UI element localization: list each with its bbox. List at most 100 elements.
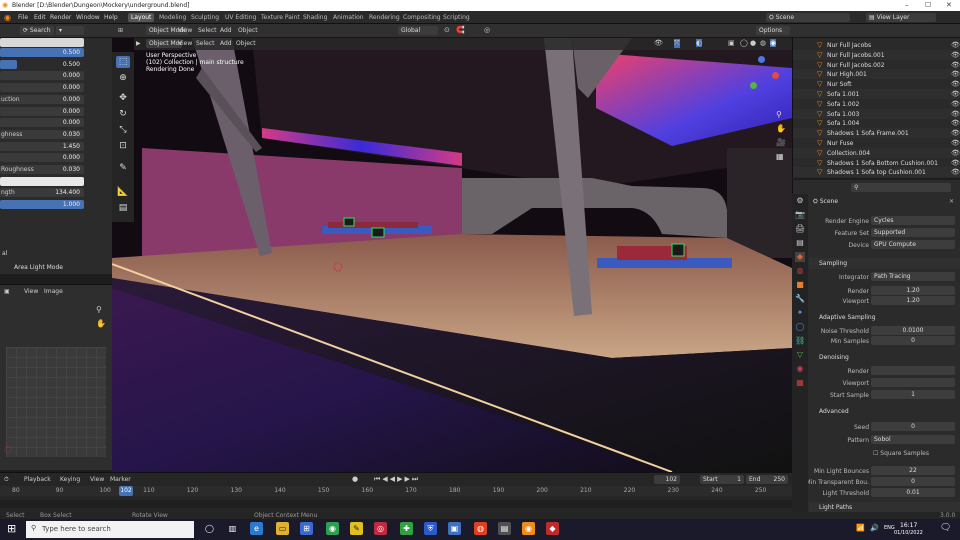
square-samples-checkbox[interactable]: ☐ Square Samples [873,450,929,457]
blender-taskbar-icon[interactable]: ◉ [522,522,535,535]
menu-file[interactable]: File [18,14,28,21]
tab-layout[interactable]: Layout [128,13,155,22]
modifier-props-icon[interactable]: 🔧 [795,294,805,304]
tab-shading[interactable]: Shading [300,13,330,22]
material-prop-row[interactable]: 0.000 [0,118,84,128]
outliner-item[interactable]: ▽ Shadows 1 Sofa top Cushion.001 👁 [793,167,960,178]
menu-window[interactable]: Window [76,14,100,21]
language-indicator[interactable]: ENG [884,525,895,531]
seed-field[interactable]: 0 [871,422,955,431]
select-mode-icon[interactable]: ▶ [136,40,141,47]
taskbar-search[interactable]: ⚲ Type here to search [26,521,194,538]
min-light-bounces-field[interactable]: 22 [871,466,955,475]
camera-view-icon[interactable]: 🎥 [776,138,786,147]
material-prop-row[interactable]: ghness 0.030 [0,129,84,139]
timeline-track-area[interactable] [0,500,792,508]
image-canvas[interactable] [6,347,106,457]
tab-compositing[interactable]: Compositing [400,13,444,22]
tool-props-icon[interactable]: ⚙ [795,196,805,206]
playback-controls[interactable]: ⏮◀◀▶▶⏭ [374,475,420,484]
timeline-menu-marker[interactable]: Marker [110,476,131,483]
minimize-button[interactable]: – [905,1,909,9]
material-prop-row[interactable]: 1.450 [0,141,84,151]
material-prop-row[interactable]: 0.000 [0,71,84,81]
menu-edit[interactable]: Edit [34,14,46,21]
material-prop-row[interactable]: 1.000 [0,200,84,210]
feature-set-dropdown[interactable]: Supported [871,228,955,237]
visibility-eye-icon[interactable]: 👁 [951,70,960,78]
tab-rendering[interactable]: Rendering [366,13,403,22]
outliner-item[interactable]: ▽ Collection.004 👁 [793,147,960,158]
visibility-eye-icon[interactable]: 👁 [951,149,960,157]
start-frame-field[interactable]: Start 1 [700,475,744,484]
visibility-eye-icon[interactable]: 👁 [951,168,960,176]
particles-props-icon[interactable]: ✦ [795,308,805,318]
image-editor-type-icon[interactable]: ▣ [4,288,10,295]
widgets-icon[interactable]: ▥ [226,522,239,535]
close-button[interactable]: ✕ [946,1,952,9]
xray-icon[interactable]: ▣ [728,39,735,47]
view-layer-props-icon[interactable]: ▤ [795,238,805,248]
visibility-eye-icon[interactable]: 👁 [951,80,960,88]
denoise-viewport-checkbox[interactable] [871,378,955,387]
clock-date[interactable]: 01/10/2022 [894,530,923,536]
visibility-eye-icon[interactable]: 👁 [951,129,960,137]
tab-modeling[interactable]: Modeling [156,13,189,22]
world-props-icon[interactable]: ◍ [795,266,805,276]
orientation-dropdown[interactable]: Global [398,26,438,35]
properties-editor-field[interactable]: ▾ [56,26,84,35]
task-view-icon[interactable]: ◯ [203,522,216,535]
windows-start-icon[interactable]: ⊞ [7,522,16,535]
light-threshold-field[interactable]: 0.01 [871,488,955,497]
clock-time[interactable]: 16:17 [900,522,917,529]
visibility-eye-icon[interactable]: 👁 [951,110,960,118]
scene-selector[interactable]: ⛭ Scene [766,13,850,22]
timeline-playhead[interactable]: 102 [119,486,133,496]
tab-animation[interactable]: Animation [330,13,367,22]
zoom-view-icon[interactable]: ⚲ [776,110,782,119]
snap-icon[interactable]: 🧲 [456,26,465,34]
chrome-icon[interactable]: ◉ [326,522,339,535]
move-tool-icon[interactable]: ✥ [116,92,130,104]
visibility-eye-icon[interactable]: 👁 [951,90,960,98]
editor-type-icon[interactable]: ⊞ [118,27,123,34]
gizmo-z-axis[interactable] [758,56,765,63]
material-prop-row[interactable]: 0.000 [0,83,84,93]
material-prop-row[interactable]: 0.000 [0,153,84,163]
app-icon-green[interactable]: ✚ [400,522,413,535]
pivot-icon[interactable]: ⊙ [444,26,450,34]
pan-view-icon[interactable]: ✋ [776,124,786,133]
shading-material-icon[interactable]: ◍ [760,39,766,47]
security-icon[interactable]: ⛨ [424,522,437,535]
material-prop-row[interactable]: 0.000 [0,106,84,116]
viewport-3d[interactable]: User Perspective (102) Collection | main… [112,38,792,472]
current-frame-field[interactable]: 102 [654,475,680,484]
viewport-samples-field[interactable]: 1.20 [871,296,955,305]
maximize-button[interactable]: ☐ [925,1,931,9]
sampling-panel-header[interactable]: Sampling [809,258,960,269]
outliner-item[interactable]: ▽ Shadows 1 Sofa Bottom Cushion.001 👁 [793,158,960,168]
notification-icon[interactable]: 🗨 [940,523,951,533]
visibility-eye-icon[interactable]: 👁 [951,139,960,147]
object-props-icon[interactable]: ■ [795,280,805,290]
menu-select[interactable]: Select [198,27,217,34]
min-samples-field[interactable]: 0 [871,336,955,345]
volume-icon[interactable]: 🔊 [870,524,879,532]
outliner-item[interactable]: ▽ Nur Full Jacobs.001 👁 [793,49,960,60]
options-dropdown[interactable]: Options [756,26,790,35]
blender-menu-icon[interactable]: ◉ [4,13,11,22]
viewport-menu-view[interactable]: View [178,40,192,47]
store-icon[interactable]: ⊞ [300,522,313,535]
tab-uv-editing[interactable]: UV Editing [222,13,259,22]
tab-sculpting[interactable]: Sculpting [188,13,222,22]
sticky-notes-icon[interactable]: ✎ [350,522,363,535]
denoise-render-checkbox[interactable] [871,366,955,375]
menu-object[interactable]: Object [238,27,258,34]
gizmo-toggle-icon[interactable]: ⤧ [674,39,680,48]
cursor-tool-icon[interactable]: ⊕ [116,72,130,84]
outliner-item[interactable]: ▽ Shadows 1 Sofa Frame.001 👁 [793,128,960,139]
timeline-menu-view[interactable]: View [90,476,104,483]
viewport-menu-add[interactable]: Add [220,40,232,47]
pattern-dropdown[interactable]: Sobol [871,435,955,444]
output-props-icon[interactable]: 🖨 [795,224,805,234]
